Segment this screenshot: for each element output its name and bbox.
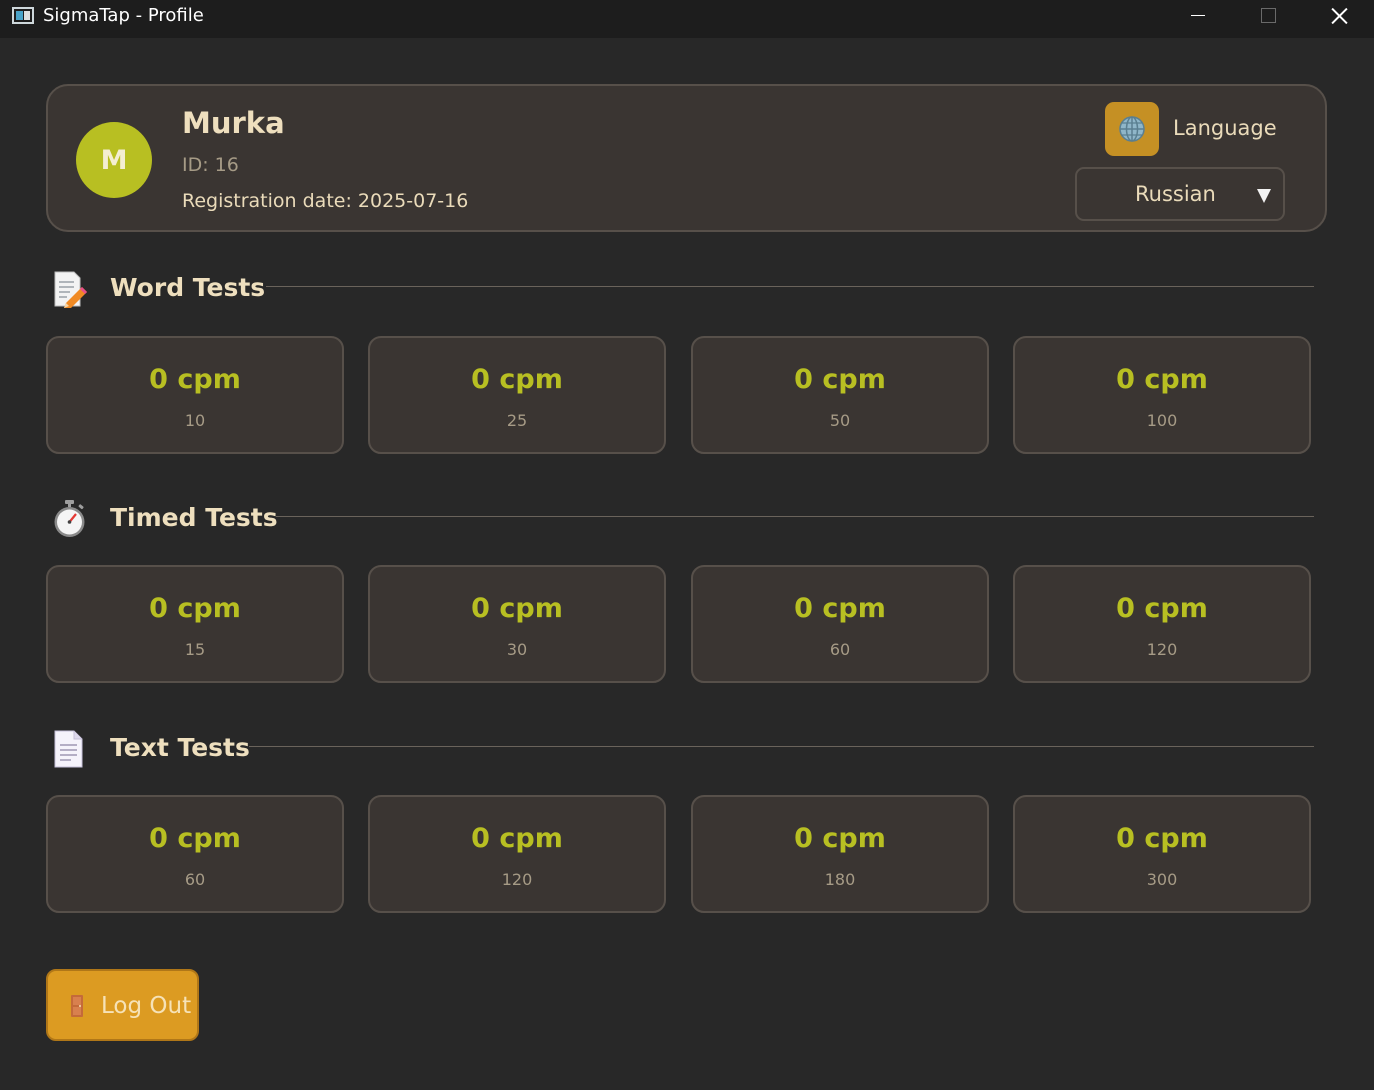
door-icon	[70, 994, 84, 1018]
stat-label: 120	[501, 870, 533, 889]
section-title: Timed Tests	[110, 503, 278, 532]
stat-value: 0 cpm	[1116, 364, 1208, 395]
language-select[interactable]: Russian	[1075, 167, 1285, 221]
timed-test-card-60[interactable]: 0 cpm 60	[691, 565, 989, 683]
document-icon	[52, 730, 88, 768]
stat-value: 0 cpm	[471, 593, 563, 624]
section-title: Word Tests	[110, 273, 266, 302]
stat-label: 50	[829, 411, 851, 430]
word-test-card-100[interactable]: 0 cpm 100	[1013, 336, 1311, 454]
section-header-word-tests: Word Tests	[52, 270, 1314, 310]
stat-label: 15	[184, 640, 206, 659]
username: Murka	[182, 106, 285, 140]
user-id: ID: 16	[182, 154, 239, 176]
window-title: SigmaTap - Profile	[43, 5, 204, 26]
stat-value: 0 cpm	[471, 364, 563, 395]
stat-label: 180	[824, 870, 856, 889]
stat-value: 0 cpm	[471, 823, 563, 854]
word-test-card-10[interactable]: 0 cpm 10	[46, 336, 344, 454]
maximize-button[interactable]	[1240, 0, 1296, 32]
text-test-card-120[interactable]: 0 cpm 120	[368, 795, 666, 913]
registration-date: Registration date: 2025-07-16	[182, 190, 469, 212]
stat-value: 0 cpm	[149, 823, 241, 854]
text-test-card-60[interactable]: 0 cpm 60	[46, 795, 344, 913]
stat-label: 30	[506, 640, 528, 659]
text-test-card-180[interactable]: 0 cpm 180	[691, 795, 989, 913]
section-title: Text Tests	[110, 733, 250, 762]
word-test-card-50[interactable]: 0 cpm 50	[691, 336, 989, 454]
stat-value: 0 cpm	[794, 593, 886, 624]
section-header-text-tests: Text Tests	[52, 730, 1314, 770]
stat-value: 0 cpm	[149, 364, 241, 395]
section-divider	[249, 746, 1314, 747]
stat-label: 300	[1146, 870, 1178, 889]
stat-label: 120	[1146, 640, 1178, 659]
word-test-card-25[interactable]: 0 cpm 25	[368, 336, 666, 454]
stat-value: 0 cpm	[1116, 823, 1208, 854]
section-header-timed-tests: Timed Tests	[52, 500, 1314, 540]
stat-label: 10	[184, 411, 206, 430]
stat-value: 0 cpm	[794, 364, 886, 395]
stat-value: 0 cpm	[149, 593, 241, 624]
profile-card: M Murka ID: 16 Registration date: 2025-0…	[46, 84, 1327, 232]
logout-button[interactable]: Log Out	[46, 969, 199, 1041]
stat-label: 100	[1146, 411, 1178, 430]
stat-label: 60	[184, 870, 206, 889]
language-label: Language	[1173, 116, 1277, 140]
text-test-card-300[interactable]: 0 cpm 300	[1013, 795, 1311, 913]
app-window: SigmaTap - Profile M Murka ID: 16 Regist…	[0, 0, 1374, 1090]
timed-test-card-30[interactable]: 0 cpm 30	[368, 565, 666, 683]
timed-test-card-120[interactable]: 0 cpm 120	[1013, 565, 1311, 683]
title-bar: SigmaTap - Profile	[0, 0, 1374, 38]
stat-label: 25	[506, 411, 528, 430]
memo-pencil-icon	[52, 270, 88, 308]
stat-value: 0 cpm	[794, 823, 886, 854]
globe-icon	[1105, 102, 1159, 156]
stat-value: 0 cpm	[1116, 593, 1208, 624]
app-icon	[12, 7, 34, 24]
section-divider	[276, 516, 1314, 517]
stat-label: 60	[829, 640, 851, 659]
stopwatch-icon	[52, 500, 88, 538]
language-selected-value: Russian	[1135, 182, 1216, 206]
logout-label: Log Out	[101, 993, 192, 1019]
avatar: M	[76, 122, 152, 198]
section-divider	[266, 286, 1314, 287]
dropdown-arrow-icon	[1257, 189, 1271, 203]
minimize-button[interactable]	[1170, 0, 1226, 32]
timed-test-card-15[interactable]: 0 cpm 15	[46, 565, 344, 683]
close-button[interactable]	[1310, 0, 1366, 32]
